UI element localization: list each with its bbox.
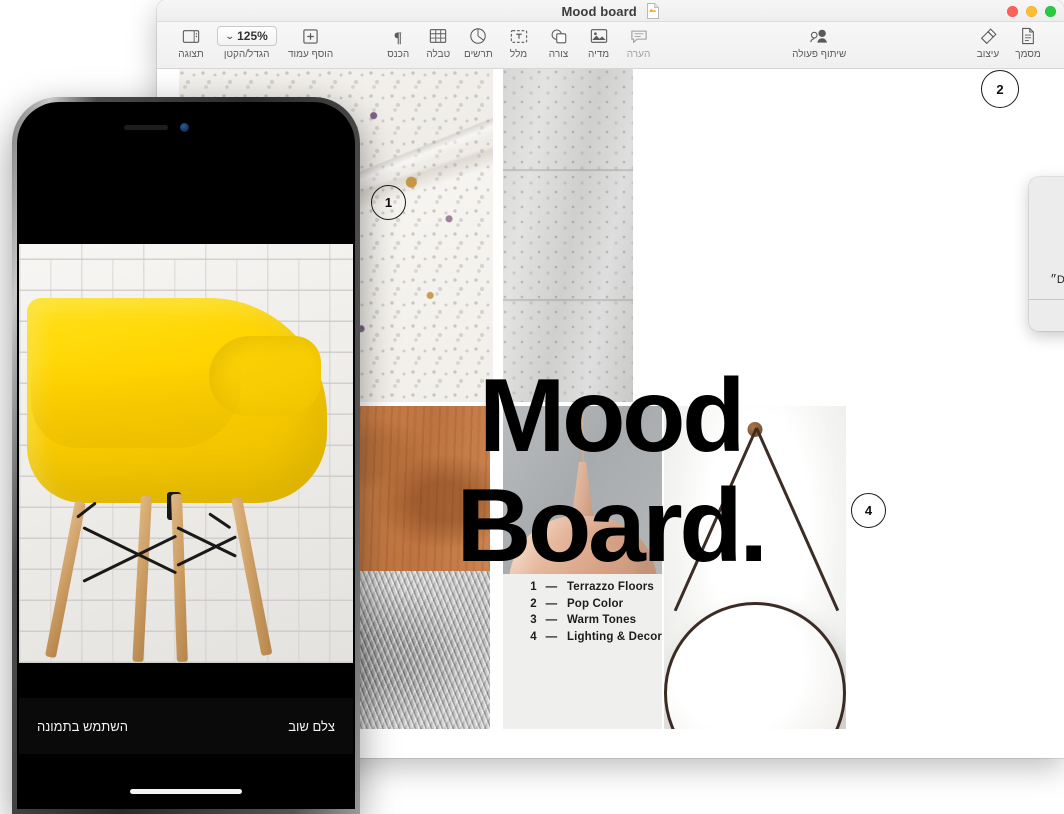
- toolbar-add-page-label: הוסף עמוד: [287, 49, 334, 60]
- home-indicator[interactable]: [130, 789, 242, 794]
- popover-message: צלם תמונה עם ״ה-iPhone של Derek״: [1039, 258, 1064, 288]
- legend-list: 1 — Terrazzo Floors 2 — Pop Color 3 — Wa…: [530, 579, 662, 645]
- pilcrow-icon: ¶: [390, 25, 406, 47]
- shape-icon: [550, 25, 568, 47]
- mirror-strap-right: [755, 427, 839, 612]
- view-icon: [182, 25, 200, 47]
- toolbar-zoom-label: הגדל/הקטן: [223, 49, 270, 60]
- captured-photo[interactable]: [19, 244, 353, 663]
- svg-text:¶: ¶: [394, 29, 402, 44]
- toolbar-table-button[interactable]: טבלה: [418, 25, 458, 60]
- window-titlebar[interactable]: Mood board: [157, 0, 1064, 22]
- mirror-glass: [664, 602, 846, 729]
- toolbar-zoom-control[interactable]: ⌄ 125% הגדל/הקטן: [211, 25, 282, 60]
- legend-dash: —: [545, 614, 558, 626]
- add-page-icon: [302, 25, 319, 47]
- iphone-screen[interactable]: צלם שוב השתמש בתמונה: [19, 104, 353, 809]
- toolbar-shape-button[interactable]: צורה: [539, 25, 579, 60]
- toolbar-view-label: תצוגה: [178, 49, 204, 60]
- callout-badge-4[interactable]: 4: [851, 493, 886, 528]
- legend-item: 4 — Lighting & Decor: [530, 629, 662, 646]
- chevron-down-icon: ⌄: [224, 30, 235, 41]
- toolbar-chart-button[interactable]: תרשים: [458, 25, 498, 60]
- toolbar-text-button[interactable]: מלל: [499, 25, 539, 60]
- media-icon: [590, 25, 608, 47]
- toolbar-view-button[interactable]: תצוגה: [171, 25, 211, 60]
- legend-number: 2: [530, 597, 537, 610]
- legend-number: 1: [530, 581, 537, 593]
- zoom-value: 125%: [237, 29, 268, 43]
- retake-button[interactable]: צלם שוב: [288, 719, 335, 734]
- lamp-neck: [571, 462, 594, 520]
- toolbar-text-label: מלל: [509, 49, 528, 60]
- zoom-pill[interactable]: ⌄ 125%: [216, 25, 277, 47]
- legend-item: 2 — Pop Color: [530, 596, 662, 613]
- toolbar-shape-label: צורה: [548, 49, 569, 60]
- continuity-camera-popover: צלם תמונה עם ״ה-iPhone של Derek״ ביטול: [1029, 177, 1064, 331]
- textbox-icon: [510, 25, 528, 47]
- comment-icon: [630, 25, 648, 47]
- document-icon[interactable]: [646, 3, 660, 19]
- toolbar-add-page-button[interactable]: הוסף עמוד: [282, 25, 339, 60]
- legend-number: 4: [530, 630, 537, 643]
- toolbar-table-label: טבלה: [426, 49, 451, 60]
- toolbar-document-label: מסמך: [1015, 49, 1041, 60]
- toolbar-media-label: מדיה: [587, 49, 610, 60]
- mirror-strap-left: [673, 427, 758, 612]
- legend-label: Pop Color: [566, 597, 624, 610]
- toolbar-media-button[interactable]: מדיה: [579, 25, 619, 60]
- legend-label: Lighting & Decor: [566, 630, 662, 643]
- window-title: Mood board: [157, 3, 1064, 19]
- callout-badge-2[interactable]: 2: [981, 70, 1019, 108]
- toolbar-chart-label: תרשים: [464, 49, 493, 60]
- toolbar-collaborate-label: שיתוף פעולה: [792, 49, 847, 60]
- iphone-device: צלם שוב השתמש בתמונה: [12, 97, 360, 814]
- callout-badge-1[interactable]: 1: [371, 185, 406, 220]
- legend-number: 3: [530, 614, 537, 626]
- legend-item: 3 — Warm Tones: [530, 612, 662, 629]
- screenshot-root: Mood board מסמך עיצוב שיתוף פעולה הערה מ…: [0, 0, 1064, 814]
- popover-message-line-2: ״ה-iPhone של Derek״: [1050, 274, 1064, 286]
- chart-icon: [469, 25, 487, 47]
- pendant-lamp-image[interactable]: [503, 406, 662, 574]
- toolbar-insert-button[interactable]: ¶ הכנס: [378, 25, 418, 60]
- legend-label: Terrazzo Floors: [566, 581, 654, 593]
- camera-preview-controls: צלם שוב השתמש בתמונה: [19, 698, 353, 754]
- lamp-shade: [508, 516, 657, 574]
- lamp-cord: [581, 406, 584, 464]
- toolbar-comment-label: הערה: [626, 49, 651, 60]
- document-icon: [1020, 25, 1036, 47]
- legend-label: Warm Tones: [566, 614, 637, 626]
- toolbar-collaborate-button[interactable]: שיתוף פעולה: [787, 25, 852, 60]
- popover-message-line-1: צלם תמונה עם: [1039, 258, 1064, 273]
- earpiece-speaker-icon: [124, 125, 168, 130]
- toolbar-format-button[interactable]: עיצוב: [968, 25, 1008, 60]
- legend-dash: —: [545, 581, 558, 593]
- concrete-wall-image[interactable]: [503, 69, 633, 402]
- legend-dash: —: [545, 597, 558, 610]
- front-camera-icon: [180, 123, 189, 132]
- collaborate-icon: [809, 25, 830, 47]
- yellow-chair-seat: [31, 362, 241, 448]
- toolbar-insert-label: הכנס: [387, 49, 410, 60]
- format-brush-icon: [979, 25, 998, 47]
- legend-dash: —: [545, 630, 558, 643]
- use-photo-button[interactable]: השתמש בתמונה: [37, 719, 128, 734]
- popover-body: צלם תמונה עם ״ה-iPhone של Derek״: [1029, 177, 1064, 299]
- toolbar-format-label: עיצוב: [976, 49, 1000, 60]
- legend-item: 1 — Terrazzo Floors: [530, 579, 662, 596]
- window-title-text: Mood board: [561, 4, 637, 19]
- toolbar: מסמך עיצוב שיתוף פעולה הערה מדיה צורה מל…: [157, 22, 1064, 69]
- iphone-body: צלם שוב השתמש בתמונה: [17, 102, 355, 809]
- round-mirror-image[interactable]: [664, 406, 846, 729]
- toolbar-comment-button[interactable]: הערה: [619, 25, 659, 60]
- table-icon: [429, 25, 447, 47]
- toolbar-document-button[interactable]: מסמך: [1008, 25, 1048, 60]
- popover-cancel-button[interactable]: ביטול: [1029, 300, 1064, 331]
